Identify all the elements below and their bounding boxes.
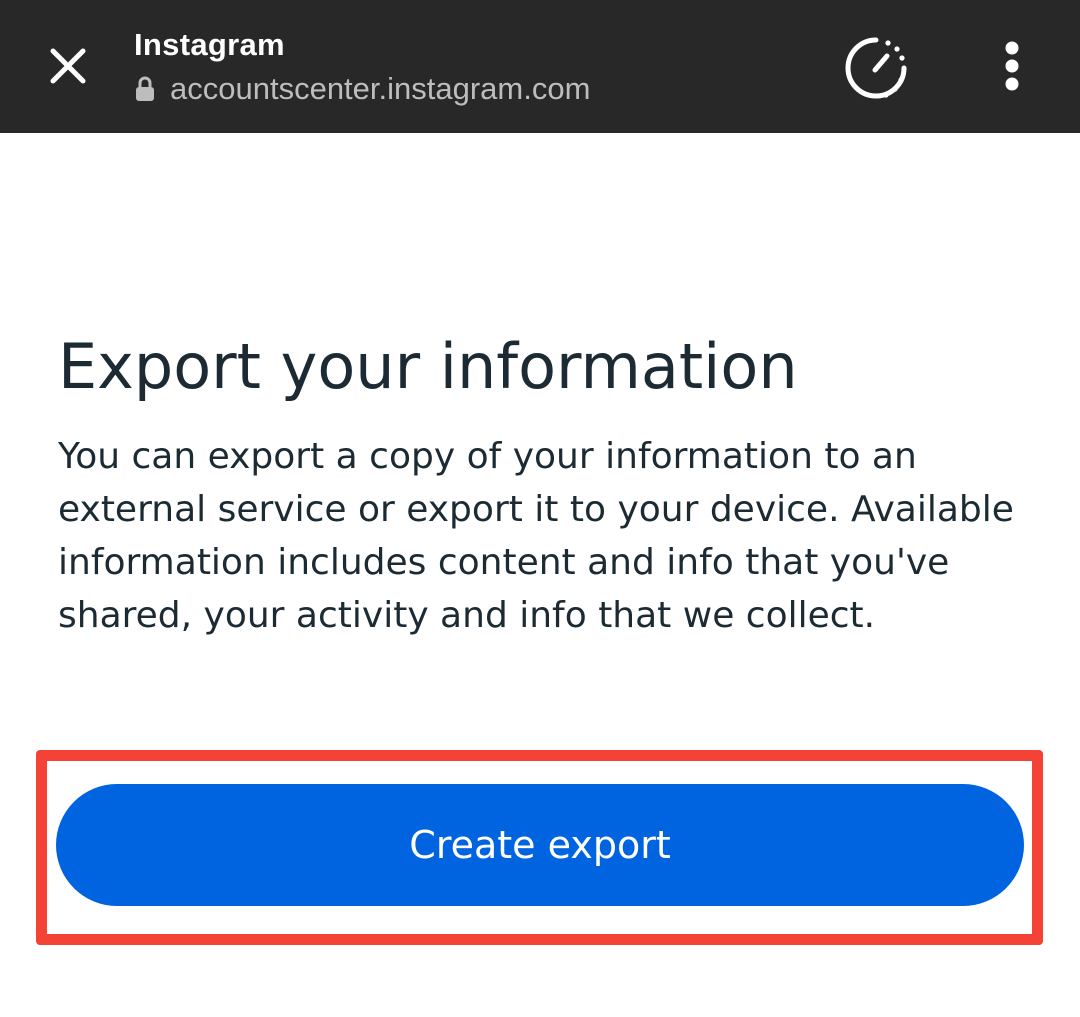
more-options-button[interactable] [984, 34, 1040, 102]
more-vertical-icon [1003, 40, 1021, 96]
lock-icon [134, 75, 158, 103]
url-text: accountscenter.instagram.com [170, 71, 591, 106]
create-export-button[interactable]: Create export [56, 784, 1024, 906]
page-title-block: Instagram accountscenter.instagram.com [134, 24, 590, 108]
browser-top-bar: Instagram accountscenter.instagram.com [0, 0, 1080, 133]
close-icon [49, 47, 87, 89]
close-button[interactable] [40, 40, 96, 96]
page-description: You can export a copy of your informatio… [58, 436, 1014, 636]
page-heading: Export your information [58, 330, 798, 403]
timer-icon [841, 33, 911, 107]
timer-button[interactable] [838, 32, 914, 108]
browser-page-title: Instagram [134, 27, 285, 62]
url-row: accountscenter.instagram.com [134, 70, 590, 108]
